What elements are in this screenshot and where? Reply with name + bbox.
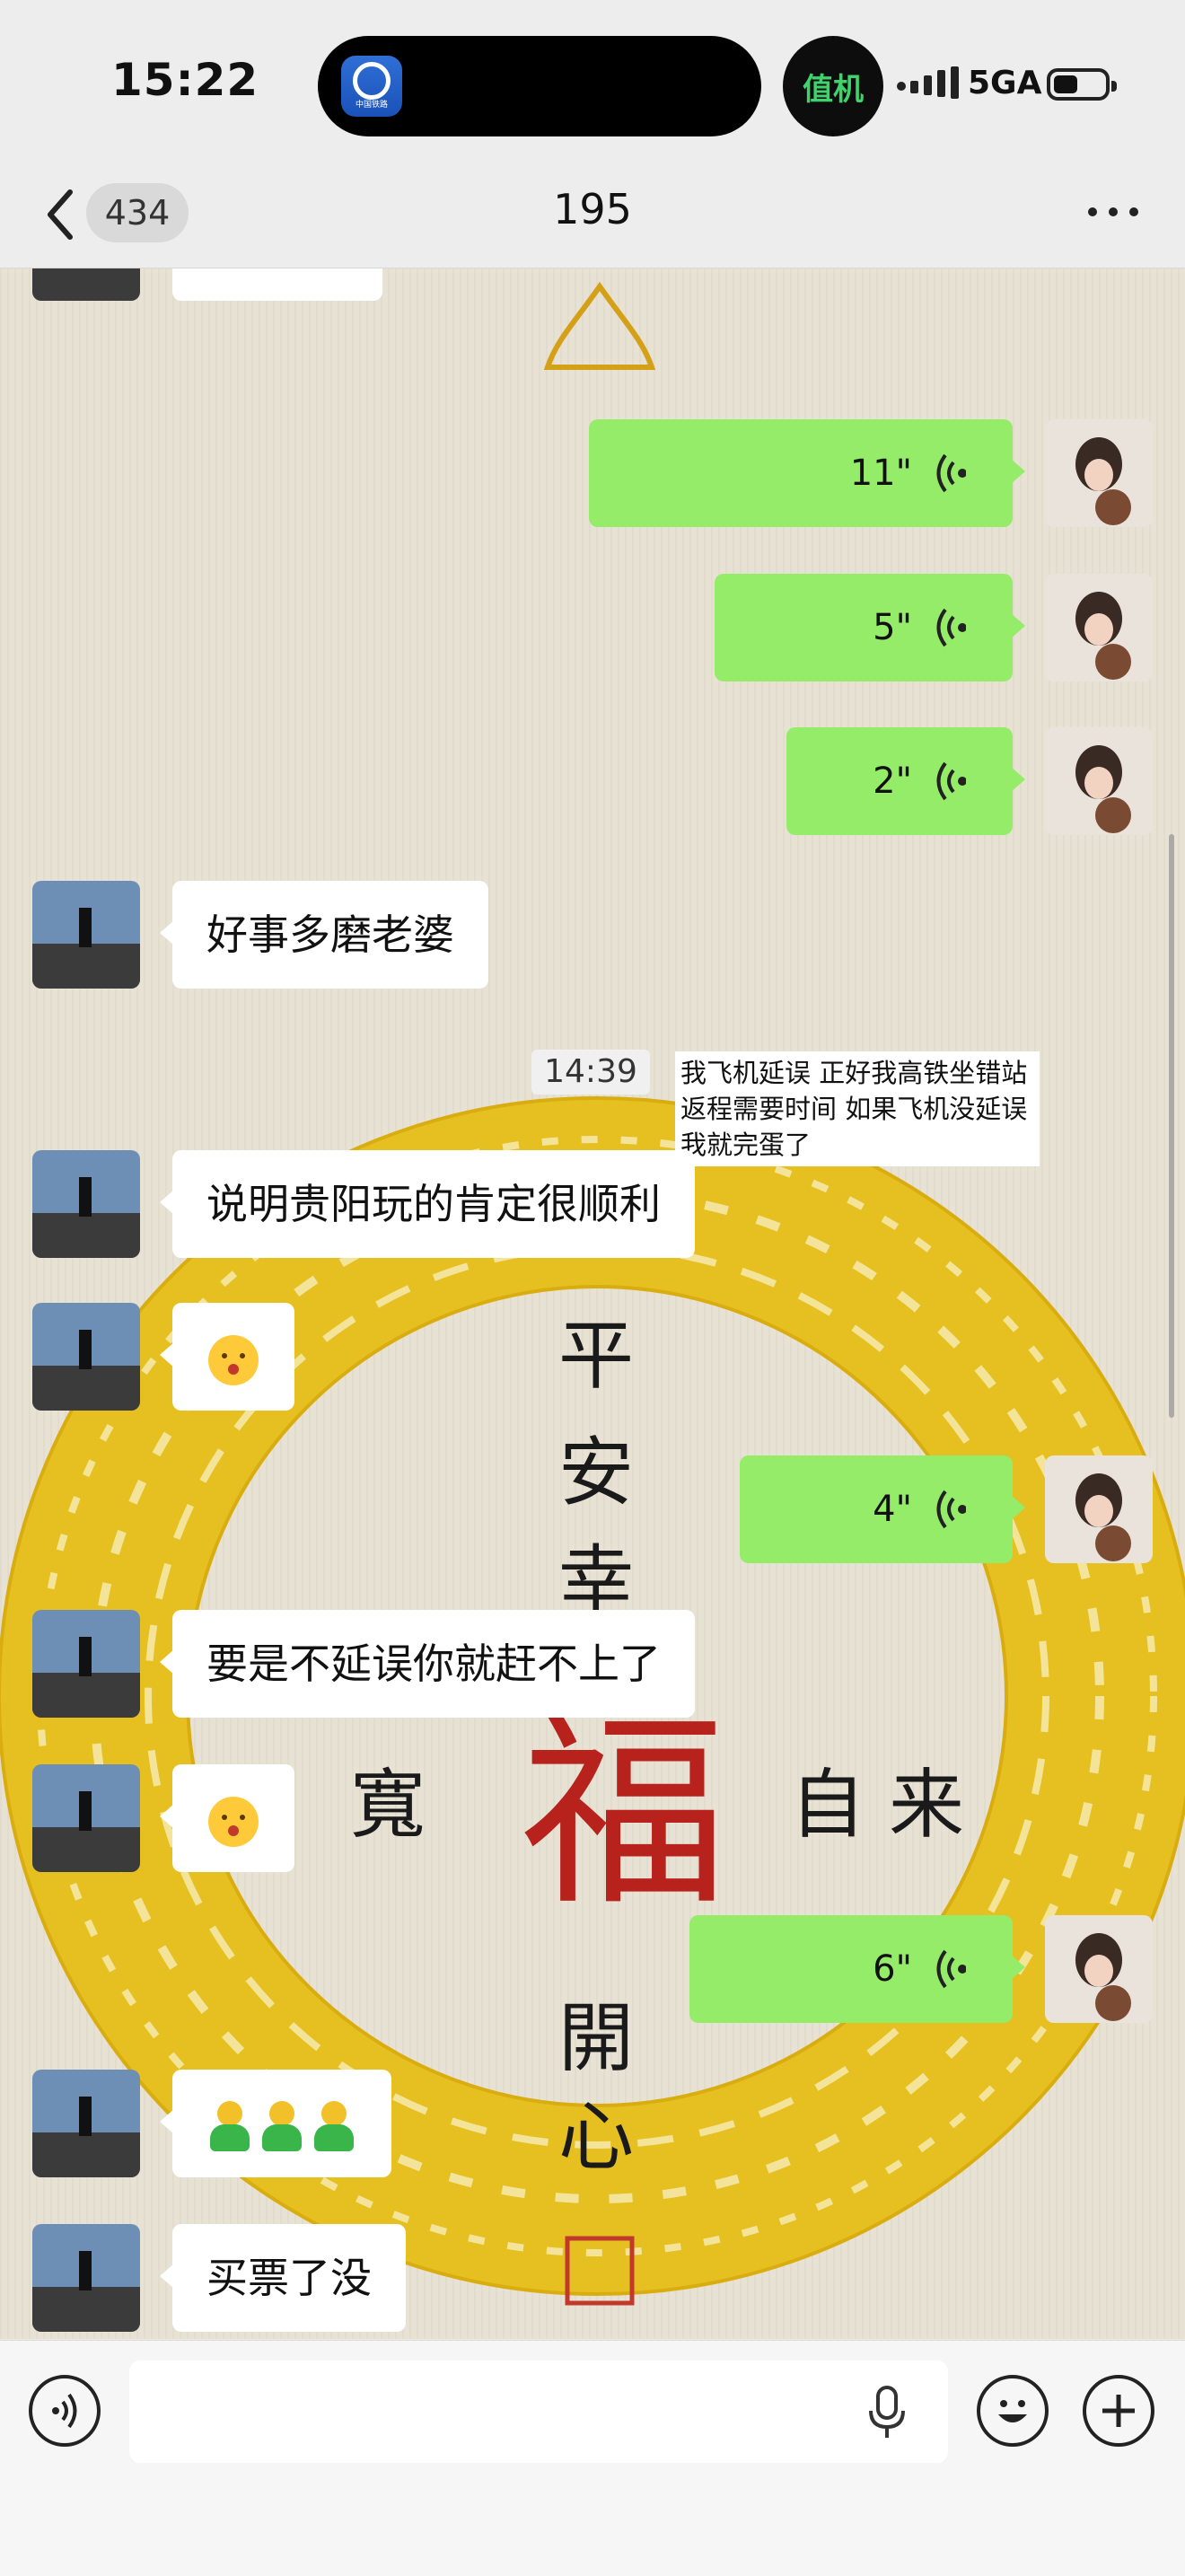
kissing-face-icon bbox=[208, 1334, 259, 1385]
my-avatar[interactable] bbox=[1045, 1455, 1153, 1563]
voice-duration: 11" bbox=[849, 453, 912, 494]
art-char-1: 平 bbox=[558, 1312, 634, 1400]
art-char-6: 寬 bbox=[350, 1761, 426, 1849]
message-bubble[interactable]: 要是不延误你就赶不上了 bbox=[160, 1610, 695, 1718]
voice-wave-icon bbox=[936, 1490, 966, 1529]
status-bar: 15:22 中国铁路 值机 5GA bbox=[0, 0, 1185, 162]
three-figures-icon bbox=[206, 2100, 357, 2153]
annotation-note: 我飞机延误 正好我高铁坐错站 返程需要时间 如果飞机没延误我就完蛋了 bbox=[675, 1051, 1040, 1166]
contact-avatar[interactable] bbox=[32, 1610, 140, 1718]
voice-wave-icon bbox=[936, 453, 966, 493]
battery-icon bbox=[1047, 68, 1117, 101]
voice-duration: 6" bbox=[873, 1948, 912, 1990]
voice-toggle-icon bbox=[52, 2393, 77, 2429]
contact-avatar[interactable] bbox=[32, 2070, 140, 2177]
voice-message[interactable]: 6" bbox=[689, 1915, 1025, 2023]
message-bubble[interactable]: 好事多磨老婆 bbox=[160, 881, 488, 989]
art-char-7: 自 bbox=[790, 1761, 865, 1849]
art-red-glyph: 福 bbox=[521, 1694, 727, 1934]
message-bubble[interactable]: 买票了没 bbox=[160, 2224, 406, 2332]
chat-messages[interactable]: 平 安 幸 開 心 寬 自 来 福 6点40? 11" 5" 2" bbox=[0, 268, 1185, 2339]
my-avatar[interactable] bbox=[1045, 574, 1153, 681]
contact-avatar[interactable] bbox=[32, 2224, 140, 2332]
clock: 15:22 bbox=[111, 54, 259, 106]
contact-avatar[interactable] bbox=[32, 1764, 140, 1872]
voice-wave-icon bbox=[936, 1949, 966, 1989]
voice-wave-icon bbox=[936, 761, 966, 801]
smiley-icon bbox=[998, 2400, 1027, 2422]
my-avatar[interactable] bbox=[1045, 419, 1153, 527]
voice-message[interactable]: 2" bbox=[786, 727, 1025, 835]
art-char-4: 開 bbox=[558, 1994, 634, 2082]
dynamic-island[interactable]: 中国铁路 bbox=[318, 36, 761, 136]
voice-wave-icon bbox=[936, 608, 966, 647]
more-options-icon[interactable] bbox=[1088, 194, 1138, 230]
voice-input-button[interactable] bbox=[29, 2375, 101, 2447]
scroll-indicator[interactable] bbox=[1169, 834, 1174, 1418]
input-bar bbox=[0, 2340, 1185, 2576]
voice-message[interactable]: 11" bbox=[589, 419, 1025, 527]
contact-avatar[interactable] bbox=[32, 268, 140, 301]
art-char-5: 心 bbox=[558, 2093, 634, 2181]
message-bubble[interactable]: 说明贵阳玩的肯定很顺利 bbox=[160, 1150, 695, 1258]
emoji-message[interactable] bbox=[160, 1764, 294, 1872]
app-icon-caption: 中国铁路 bbox=[355, 101, 388, 110]
checkin-badge[interactable]: 值机 bbox=[783, 36, 883, 136]
contact-avatar[interactable] bbox=[32, 881, 140, 989]
message-bubble[interactable]: 6点40? bbox=[172, 268, 383, 301]
voice-message[interactable]: 4" bbox=[740, 1455, 1025, 1563]
chat-header: 434 195 bbox=[0, 162, 1185, 268]
voice-duration: 2" bbox=[873, 760, 912, 802]
contact-avatar[interactable] bbox=[32, 1150, 140, 1258]
microphone-icon[interactable] bbox=[865, 2386, 908, 2440]
voice-duration: 5" bbox=[873, 607, 912, 648]
art-char-2: 安 bbox=[558, 1429, 634, 1517]
signal-icon bbox=[897, 66, 959, 99]
more-actions-button[interactable] bbox=[1083, 2375, 1154, 2447]
contact-avatar[interactable] bbox=[32, 1303, 140, 1411]
art-char-8: 来 bbox=[889, 1761, 964, 1849]
network-type: 5GA bbox=[968, 65, 1042, 101]
chat-title: 195 bbox=[553, 185, 632, 233]
emoji-button[interactable] bbox=[977, 2375, 1049, 2447]
emoji-message[interactable] bbox=[160, 2070, 391, 2177]
railway-app-icon[interactable]: 中国铁路 bbox=[341, 56, 402, 117]
voice-message[interactable]: 5" bbox=[715, 574, 1025, 681]
my-avatar[interactable] bbox=[1045, 727, 1153, 835]
my-avatar[interactable] bbox=[1045, 1915, 1153, 2023]
message-input[interactable] bbox=[129, 2361, 948, 2463]
message-timestamp: 14:39 bbox=[531, 1050, 650, 1095]
voice-duration: 4" bbox=[873, 1489, 912, 1530]
plus-icon bbox=[1102, 2395, 1135, 2427]
emoji-message[interactable] bbox=[160, 1303, 294, 1411]
kissing-face-icon bbox=[208, 1796, 259, 1847]
